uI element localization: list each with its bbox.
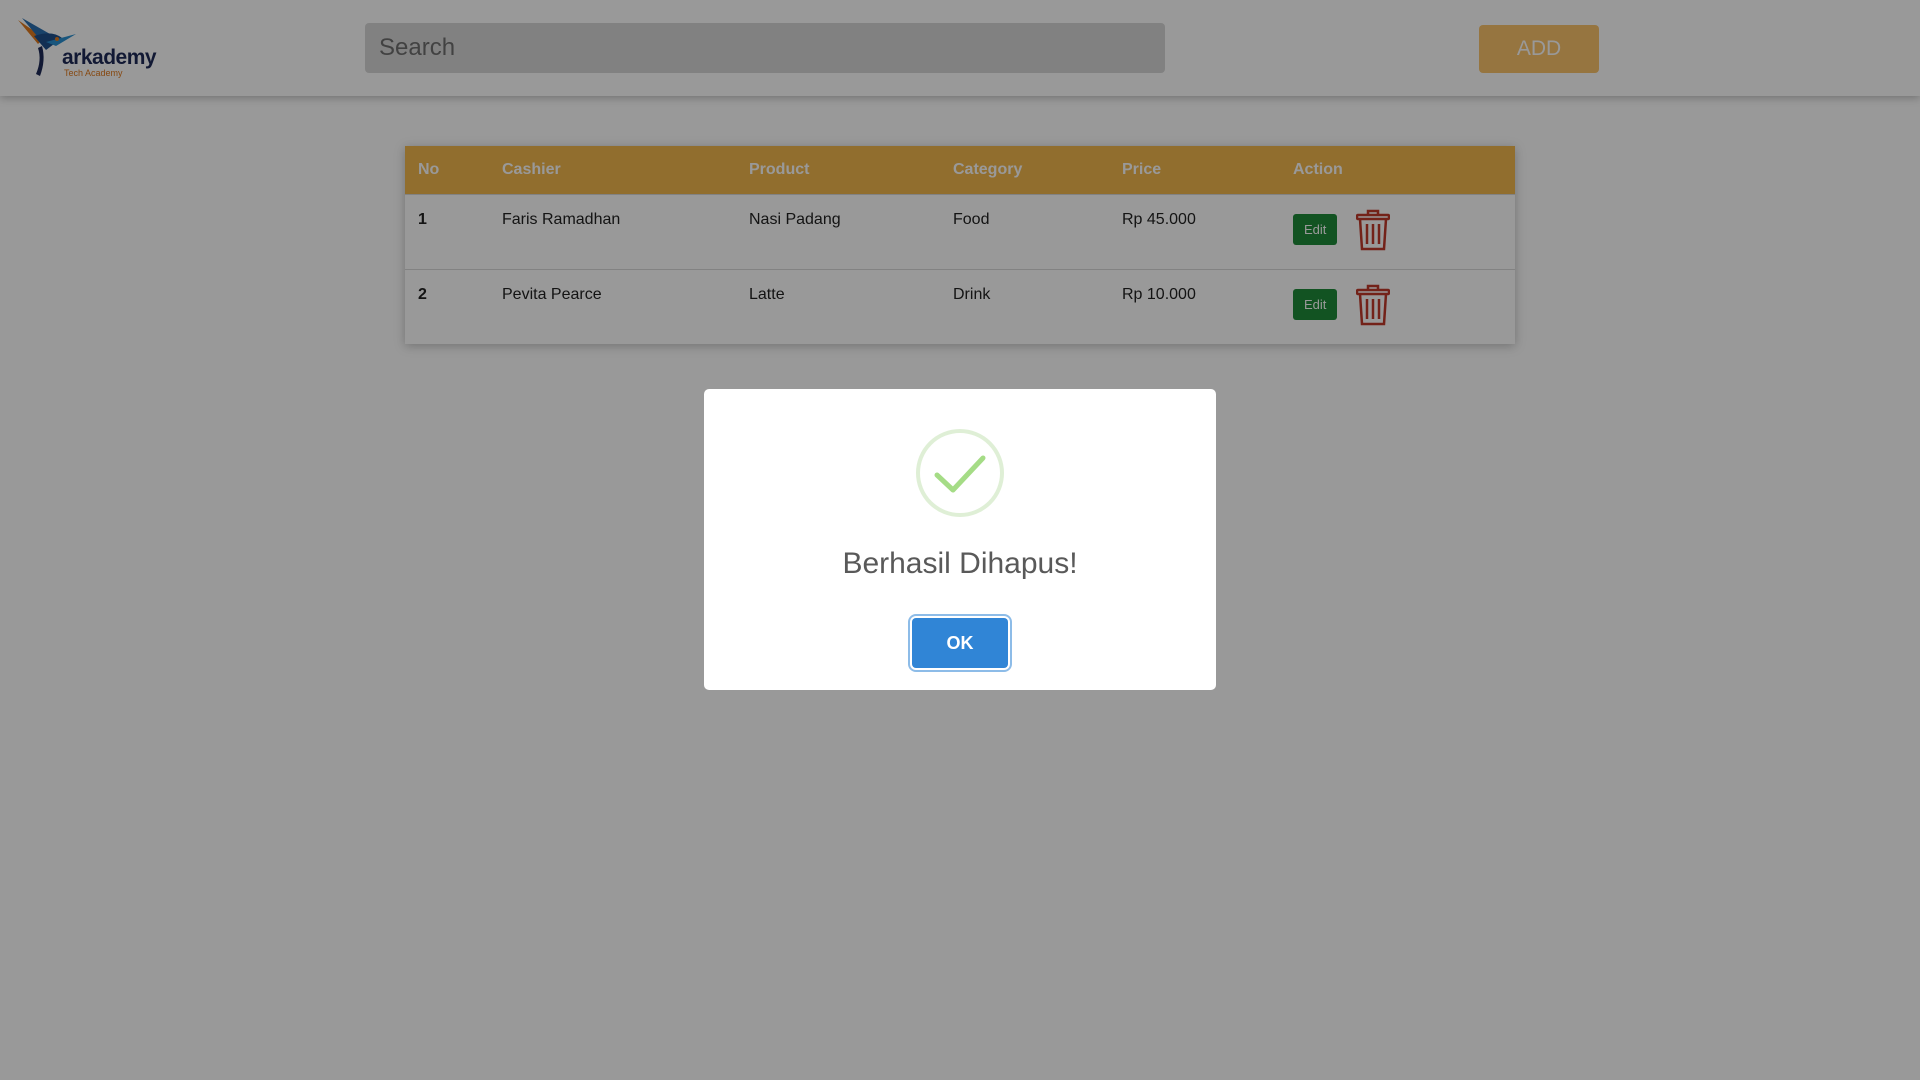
dialog-title: Berhasil Dihapus!: [842, 547, 1078, 580]
success-dialog: Berhasil Dihapus! OK: [704, 389, 1216, 690]
success-check-icon: [916, 429, 1004, 517]
ok-button[interactable]: OK: [912, 618, 1008, 668]
